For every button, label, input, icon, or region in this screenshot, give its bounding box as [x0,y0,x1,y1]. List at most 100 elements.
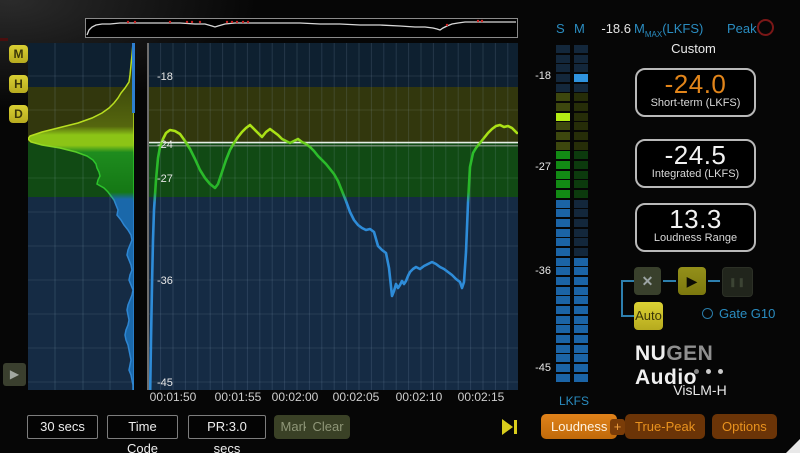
m-column-label: M [574,21,585,36]
m-meter-segment [574,132,588,140]
connector-line [708,280,720,282]
s-meter-segment [556,84,570,92]
m-meter-segment [574,113,588,121]
clear-button[interactable]: Clear [306,415,350,439]
connector-line [663,280,676,282]
timecode-mode-button[interactable]: Time Code [107,415,178,439]
meter-scale-label: -45 [525,362,551,374]
s-column-label: S [556,21,565,36]
m-meter-segment [574,171,588,179]
m-meter-segment [574,267,588,275]
s-meter-segment [556,267,570,275]
gate-radio[interactable] [702,308,713,319]
m-meter-segment [574,316,588,324]
y-axis-label: -36 [157,275,173,287]
pause-button[interactable]: ❚❚ [722,267,753,297]
y-axis-label: -24 [157,139,173,151]
s-meter-segment [556,248,570,256]
m-meter-segment [574,229,588,237]
m-meter-segment [574,296,588,304]
integrated-value: -24.5 [637,142,754,169]
m-meter-segment [574,287,588,295]
true-peak-tab[interactable]: True-Peak [625,414,705,439]
add-tab-button[interactable]: + [610,419,625,435]
vislm-window: M H D -18-24-27-36-45 00:01:5000:01:5500… [0,0,800,453]
s-meter-segment [556,64,570,72]
s-meter-segment [556,74,570,82]
m-meter-segment [574,248,588,256]
s-meter-segment [556,316,570,324]
m-meter-segment [574,45,588,53]
history-play-button[interactable]: ▶ [3,363,26,386]
m-meter-segment [574,122,588,130]
loudness-range-label: Loudness Range [637,232,754,244]
mmax-sub: MAX [645,30,662,39]
s-meter-segment [556,345,570,353]
m-meter-segment [574,374,588,382]
s-meter-segment [556,200,570,208]
loudness-range-readout[interactable]: 13.3 Loudness Range [635,203,756,252]
mode-button-d[interactable]: D [9,105,28,123]
preset-label: Custom [635,41,752,56]
overview-strip [85,18,518,38]
time-window-selector[interactable]: 30 secs [27,415,98,439]
s-meter-segment [556,55,570,63]
s-meter-segment [556,258,570,266]
m-meter-segment [574,306,588,314]
m-meter-segment [574,93,588,101]
connector-line [621,315,634,317]
mode-button-m[interactable]: M [9,45,28,63]
peak-indicator[interactable] [757,19,774,36]
m-meter-segment [574,84,588,92]
m-meter-segment [574,335,588,343]
m-meter-segment [574,55,588,63]
meter-scale-label: -36 [525,265,551,277]
s-meter-segment [556,93,570,101]
y-axis-label: -18 [157,71,173,83]
s-meter-segment [556,354,570,362]
s-meter-segment [556,374,570,382]
s-meter-segment [556,325,570,333]
s-meter-segment [556,151,570,159]
m-meter-segment [574,209,588,217]
y-axis-label: -27 [157,173,173,185]
logo-dot [718,369,723,374]
product-name: VisLM-H [635,382,765,398]
s-meter-segment [556,113,570,121]
m-meter-segment [574,345,588,353]
integrated-readout[interactable]: -24.5 Integrated (LKFS) [635,139,756,188]
m-meter-segment [574,364,588,372]
s-meter-segment [556,142,570,150]
s-meter-segment [556,180,570,188]
resize-grip[interactable] [786,439,800,453]
auto-button[interactable]: Auto [634,302,663,330]
mmax-label: MMAX(LKFS) [634,21,703,39]
mmax-value: -18.6 [597,21,631,36]
logo-gen: GEN [666,342,713,365]
distribution-histogram [28,43,134,390]
peak-label: Peak [727,21,757,36]
m-meter-segment [574,190,588,198]
play-button[interactable]: ▶ [678,267,706,295]
loudness-history-graph[interactable]: -18 -24 -27 -36 -45 [149,43,518,390]
s-meter-segment [556,103,570,111]
loudness-range-value: 13.3 [637,206,754,233]
loudness-tab[interactable]: Loudness [541,414,617,439]
s-meter-segment [556,238,570,246]
short-term-readout[interactable]: -24.0 Short-term (LKFS) [635,68,756,117]
time-axis-label: 00:02:10 [389,390,449,404]
integrated-label: Integrated (LKFS) [637,168,754,180]
s-meter-segment [556,335,570,343]
mmax-m: M [634,21,645,36]
s-meter-segment [556,229,570,237]
s-meter-segment [556,364,570,372]
stop-button[interactable]: ✕ [634,267,661,295]
options-button[interactable]: Options [712,414,777,439]
meter-scale-label: -18 [525,70,551,82]
mode-button-h[interactable]: H [9,75,28,93]
pr-window-selector[interactable]: PR:3.0 secs [188,415,266,439]
m-meter-segment [574,151,588,159]
y-axis-label: -45 [157,377,173,389]
time-axis-label: 00:01:55 [208,390,268,404]
short-term-value: -24.0 [637,71,754,98]
